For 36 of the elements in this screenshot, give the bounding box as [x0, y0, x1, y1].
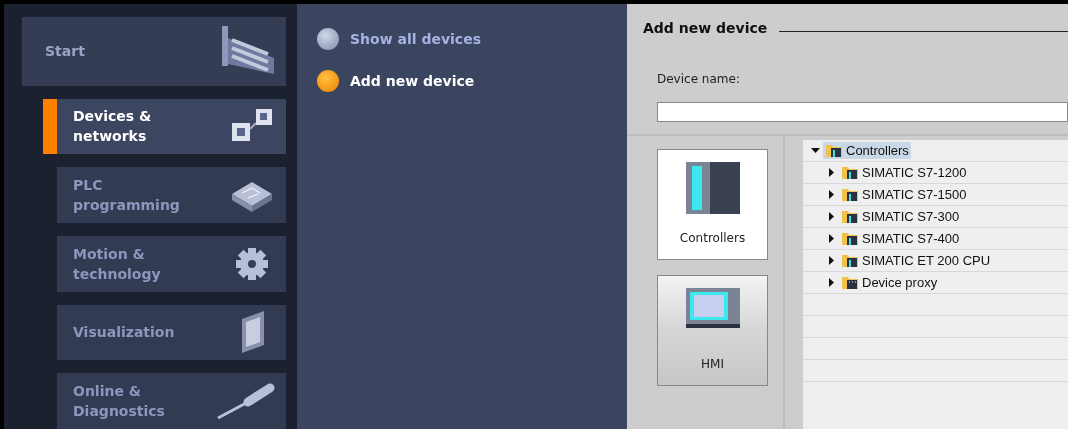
device-name-field[interactable]: [657, 102, 1068, 122]
tree-item[interactable]: SIMATIC ET 200 CPU: [839, 252, 993, 269]
collapsed-arrow-icon[interactable]: [827, 256, 836, 265]
collapsed-arrow-icon[interactable]: [827, 190, 836, 199]
collapsed-arrow-icon[interactable]: [827, 212, 836, 221]
tree-item[interactable]: SIMATIC S7-1500: [839, 186, 969, 203]
action-link[interactable]: Add new device: [350, 73, 475, 89]
portal-tab[interactable]: Online & Diagnostics: [57, 373, 286, 429]
tree-item[interactable]: Device proxy: [839, 274, 940, 291]
start-button[interactable]: Start: [22, 17, 286, 86]
portal-tab[interactable]: Motion & technology: [57, 235, 286, 292]
folder-icon: [841, 187, 859, 202]
collapsed-arrow-icon[interactable]: [827, 234, 836, 243]
folder-icon: [841, 209, 859, 224]
section-title: Add new device: [643, 20, 768, 36]
tree-item[interactable]: SIMATIC S7-300: [839, 208, 962, 225]
action-link[interactable]: Show all devices: [350, 31, 481, 47]
portal-tab[interactable]: PLC programming: [57, 167, 286, 223]
collapsed-arrow-icon[interactable]: [827, 278, 836, 287]
tree-item[interactable]: Controllers: [823, 142, 911, 159]
expanded-arrow-icon[interactable]: [811, 146, 820, 155]
category-tile[interactable]: Controllers: [657, 149, 768, 260]
portal-tab[interactable]: Devices & networks: [57, 98, 286, 155]
touch-panel-icon: [685, 288, 740, 328]
portal-tab[interactable]: Visualization: [57, 304, 286, 361]
tree-item[interactable]: SIMATIC S7-1200: [839, 164, 969, 181]
tree-item[interactable]: SIMATIC S7-400: [839, 230, 962, 247]
field-label: Device name:: [657, 72, 741, 86]
folder-icon: [841, 231, 859, 246]
category-tile[interactable]: HMI: [657, 275, 768, 386]
folder-icon: [841, 165, 859, 180]
folder-icon: [841, 253, 859, 268]
collapsed-arrow-icon[interactable]: [827, 168, 836, 177]
folder-icon: [825, 143, 843, 158]
controller-icon: [685, 162, 740, 214]
folder-icon: [841, 275, 859, 290]
